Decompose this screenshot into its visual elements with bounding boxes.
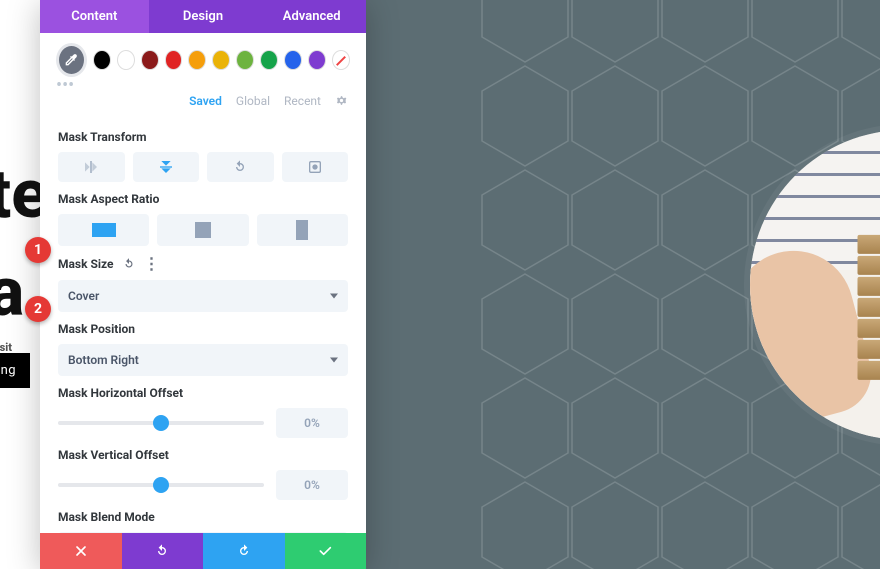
gear-icon	[335, 94, 348, 107]
swatch-none[interactable]	[332, 50, 350, 70]
swatch-lime[interactable]	[236, 50, 254, 70]
swatch-black[interactable]	[93, 50, 111, 70]
mask-position-select-wrap: Bottom Right	[58, 344, 348, 376]
check-icon	[317, 543, 333, 559]
eyedropper-icon	[63, 52, 79, 68]
label-mask-transform: Mask Transform	[58, 130, 348, 144]
rotate-button[interactable]	[207, 152, 274, 182]
mask-size-options-button[interactable]: ⋮	[144, 256, 160, 272]
aspect-square-button[interactable]	[157, 214, 248, 246]
preset-global[interactable]: Global	[236, 94, 270, 110]
redo-button[interactable]	[203, 533, 285, 569]
rotate-icon	[232, 159, 248, 175]
undo-button[interactable]	[122, 533, 204, 569]
panel-footer	[40, 533, 366, 569]
swatch-darkred[interactable]	[141, 50, 159, 70]
reset-mask-size-button[interactable]	[122, 257, 136, 271]
label-mask-v-offset: Mask Vertical Offset	[58, 448, 348, 462]
h-offset-slider[interactable]	[58, 421, 264, 425]
swatch-green[interactable]	[260, 50, 278, 70]
aspect-ratio-row	[58, 214, 348, 246]
label-mask-aspect: Mask Aspect Ratio	[58, 192, 348, 206]
h-offset-value[interactable]: 0%	[276, 408, 348, 438]
color-swatch-row	[40, 33, 366, 81]
mask-size-select-wrap: Cover	[58, 280, 348, 312]
panel-scroll-area[interactable]: Mask Transform Mask Aspect Ratio Mask Si…	[40, 120, 366, 533]
tab-advanced[interactable]: Advanced	[257, 0, 366, 33]
reset-icon	[122, 257, 136, 271]
mask-transform-row	[58, 152, 348, 182]
v-offset-value[interactable]: 0%	[276, 470, 348, 500]
presets-settings-button[interactable]	[335, 94, 348, 110]
swatch-white[interactable]	[117, 50, 135, 70]
v-offset-thumb[interactable]	[153, 477, 169, 493]
settings-panel: Content Design Advanced ••• Saved Global…	[40, 0, 366, 569]
hero-circle-image	[750, 130, 880, 440]
annotation-marker-1: 1	[25, 237, 51, 263]
label-mask-position: Mask Position	[58, 322, 348, 336]
close-icon	[73, 543, 89, 559]
more-options-dots[interactable]: •••	[40, 81, 366, 90]
preset-recent[interactable]: Recent	[284, 94, 321, 110]
swatch-orange[interactable]	[188, 50, 206, 70]
tab-design[interactable]: Design	[149, 0, 258, 33]
cancel-button[interactable]	[40, 533, 122, 569]
invert-icon	[307, 159, 323, 175]
bg-cta-button[interactable]: anning	[0, 353, 30, 388]
panel-tabs: Content Design Advanced	[40, 0, 366, 33]
mask-blend-select[interactable]: Normal	[58, 532, 348, 533]
label-mask-size: Mask Size ⋮	[58, 256, 348, 272]
aspect-landscape-button[interactable]	[58, 214, 149, 246]
presets-row: Saved Global Recent	[40, 90, 366, 120]
preset-saved[interactable]: Saved	[189, 94, 222, 110]
swatch-blue[interactable]	[284, 50, 302, 70]
h-offset-thumb[interactable]	[153, 415, 169, 431]
tab-content[interactable]: Content	[40, 0, 149, 33]
swatch-yellow[interactable]	[212, 50, 230, 70]
mask-blend-select-wrap: Normal	[58, 532, 348, 533]
undo-icon	[154, 543, 170, 559]
v-offset-row: 0%	[58, 470, 348, 500]
swatch-red[interactable]	[165, 50, 183, 70]
flip-horizontal-icon	[83, 159, 99, 175]
flip-vertical-icon	[158, 159, 174, 175]
flip-vertical-button[interactable]	[133, 152, 200, 182]
label-mask-blend: Mask Blend Mode	[58, 510, 348, 524]
annotation-marker-2: 2	[25, 296, 51, 322]
label-mask-size-text: Mask Size	[58, 257, 114, 271]
aspect-portrait-button[interactable]	[257, 214, 348, 246]
v-offset-slider[interactable]	[58, 483, 264, 487]
save-button[interactable]	[285, 533, 367, 569]
invert-button[interactable]	[282, 152, 349, 182]
swatch-purple[interactable]	[308, 50, 326, 70]
flip-horizontal-button[interactable]	[58, 152, 125, 182]
mask-size-select[interactable]: Cover	[58, 280, 348, 312]
redo-icon	[236, 543, 252, 559]
mask-position-select[interactable]: Bottom Right	[58, 344, 348, 376]
h-offset-row: 0%	[58, 408, 348, 438]
hex-pattern-bg	[360, 0, 880, 569]
color-picker-button[interactable]	[56, 43, 87, 77]
label-mask-h-offset: Mask Horizontal Offset	[58, 386, 348, 400]
